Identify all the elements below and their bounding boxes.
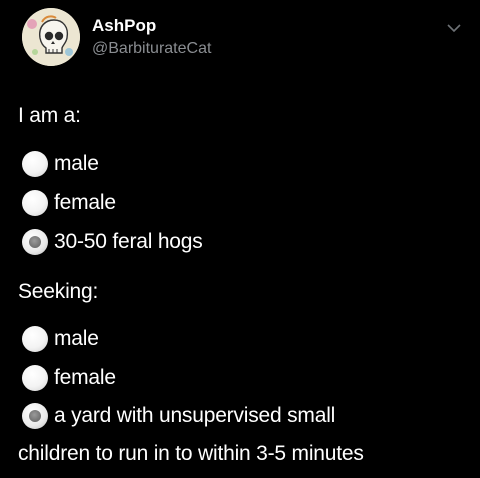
radio-button[interactable] [22, 190, 48, 216]
identity-option-male[interactable]: male [22, 150, 99, 178]
radio-selected-dot [29, 410, 41, 422]
identity-option-female[interactable]: female [22, 189, 116, 217]
option-label[interactable]: male [54, 152, 99, 176]
radio-button[interactable] [22, 151, 48, 177]
tweet-header: AshPop @BarbiturateCat [0, 0, 480, 80]
option-label[interactable]: female [54, 366, 116, 390]
display-name[interactable]: AshPop [92, 16, 156, 36]
avatar[interactable] [22, 8, 80, 66]
seeking-option-male[interactable]: male [22, 325, 99, 353]
identity-option-feral-hogs[interactable]: 30-50 feral hogs [22, 228, 203, 256]
radio-button-selected[interactable] [22, 403, 48, 429]
option-label[interactable]: 30-50 feral hogs [54, 230, 203, 254]
radio-button-selected[interactable] [22, 229, 48, 255]
option-label[interactable]: male [54, 327, 99, 351]
intro-text: I am a: [18, 104, 81, 127]
skull-avatar-icon [22, 8, 80, 66]
user-handle[interactable]: @BarbiturateCat [92, 40, 211, 58]
seeking-option-continuation: children to run in to within 3-5 minutes [18, 442, 364, 465]
chevron-down-icon[interactable] [446, 22, 462, 34]
seeking-option-female[interactable]: female [22, 364, 116, 392]
seeking-option-yard[interactable]: a yard with unsupervised small [22, 402, 335, 430]
option-label[interactable]: a yard with unsupervised small [54, 404, 335, 428]
option-label[interactable]: female [54, 191, 116, 215]
radio-button[interactable] [22, 365, 48, 391]
radio-selected-dot [29, 236, 41, 248]
radio-button[interactable] [22, 326, 48, 352]
seeking-heading: Seeking: [18, 280, 99, 303]
